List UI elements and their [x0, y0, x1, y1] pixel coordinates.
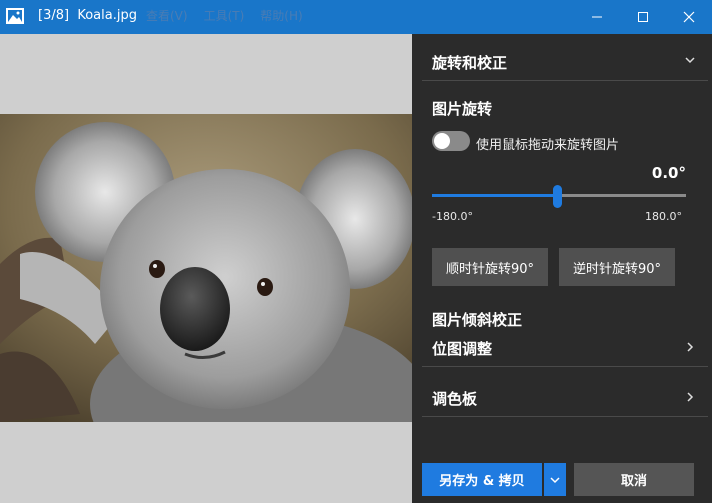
rotate-section-header[interactable]: 旋转和校正: [432, 52, 507, 73]
image-app-icon: [6, 8, 24, 24]
divider: [422, 366, 708, 367]
menu-tools[interactable]: 工具(T): [204, 7, 245, 24]
save-options-dropdown[interactable]: [544, 463, 566, 496]
cancel-button[interactable]: 取消: [574, 463, 694, 496]
maximize-button[interactable]: [620, 0, 666, 34]
bitmap-adjust-header[interactable]: 位图调整: [432, 338, 492, 359]
menu-view[interactable]: 查看(V): [146, 7, 188, 24]
maximize-icon: [638, 12, 648, 22]
chevron-right-icon[interactable]: [684, 341, 696, 353]
divider: [422, 80, 708, 81]
toggle-knob: [434, 133, 450, 149]
window-title: [3/8] Koala.jpg: [38, 8, 137, 23]
chevron-down-icon[interactable]: [684, 54, 696, 66]
rotate-clockwise-button[interactable]: 顺时针旋转90°: [432, 248, 548, 286]
chevron-down-icon: [550, 476, 560, 483]
divider: [422, 416, 708, 417]
menu-help[interactable]: 帮助(H): [260, 7, 302, 24]
rotation-slider-thumb[interactable]: [553, 185, 562, 208]
palette-header[interactable]: 调色板: [432, 388, 477, 409]
close-button[interactable]: [666, 0, 712, 34]
koala-photo: [0, 114, 412, 422]
minimize-icon: [592, 16, 602, 18]
save-copy-button[interactable]: 另存为 & 拷贝: [422, 463, 542, 496]
rotation-slider-fill: [432, 194, 558, 197]
tilt-correction-title[interactable]: 图片倾斜校正: [432, 309, 522, 330]
angle-value: 0.0°: [651, 164, 686, 182]
minimize-button[interactable]: [574, 0, 620, 34]
drag-rotate-label: 使用鼠标拖动来旋转图片: [476, 138, 620, 153]
image-rotate-title: 图片旋转: [432, 100, 493, 118]
close-icon: [683, 11, 695, 23]
title-bar: [3/8] Koala.jpg 查看(V) 工具(T) 帮助(H): [0, 0, 712, 34]
slider-max-label: 180.0°: [645, 210, 682, 223]
adjust-panel: 旋转和校正 图片旋转 使用鼠标拖动来旋转图片 0.0° -180.0° 180.…: [412, 34, 712, 503]
slider-min-label: -180.0°: [432, 210, 473, 223]
rotate-counterclockwise-button[interactable]: 逆时针旋转90°: [559, 248, 675, 286]
drag-rotate-toggle[interactable]: [432, 131, 470, 151]
chevron-right-icon[interactable]: [684, 391, 696, 403]
image-viewer[interactable]: [0, 34, 412, 503]
menu-bar: 查看(V) 工具(T) 帮助(H): [146, 7, 303, 24]
